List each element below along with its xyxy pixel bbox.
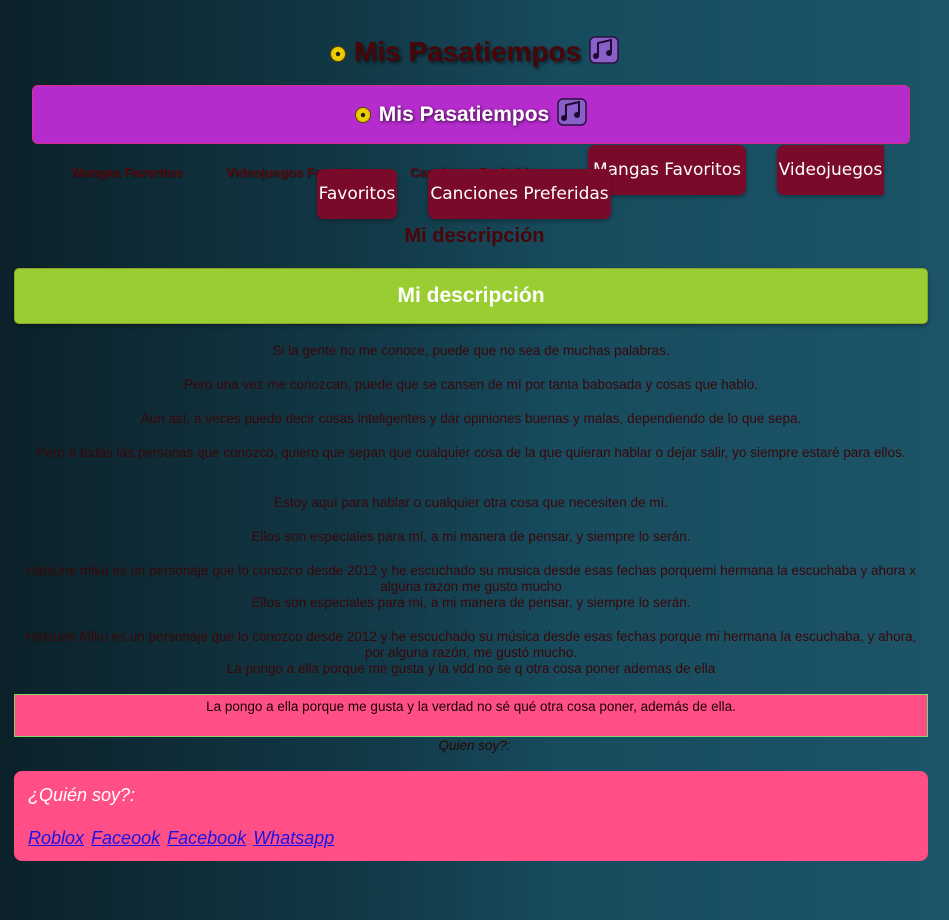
description-paragraph: Aun así, a veces puedo decir cosas intel… [140,411,802,426]
description-paragraph: Pero una vez me conozcan, puede que se c… [183,377,759,392]
link-whatsapp[interactable]: Whatsapp [253,828,334,848]
description-paragraph: Hatsune miku es un personaje que lo cono… [25,563,917,594]
page-title: Mis Pasatiempos [0,36,949,71]
description-paragraph: Si la gente no me conoce, puede que no s… [272,343,670,358]
description-paragraph: Hatsune Miku es un personaje que lo cono… [25,629,917,660]
description-paragraph: Ellos son especiales para mí, a mi maner… [251,595,691,610]
link-facebook[interactable]: Facebook [167,828,246,848]
music-notes-icon [557,97,587,132]
disc-icon [329,45,346,62]
nav-button-videojuegos[interactable]: Videojuegos [777,145,884,195]
disc-icon [354,106,371,123]
description-banner: Mi descripción [14,268,928,324]
social-links: Roblox Faceook Facebook Whatsapp [28,828,914,849]
header-banner: Mis Pasatiempos [32,85,910,144]
quien-soy-label: Quien soy?: [438,738,511,753]
nav-button-mangas[interactable]: Mangas Favoritos [588,145,746,195]
description-paragraph: Estoy aquí para hablar o cualquier otra … [274,495,668,510]
nav-button-favoritos[interactable]: Favoritos [317,169,397,219]
link-faceook[interactable]: Faceook [91,828,160,848]
description-paragraph: Ellos son especiales para mí, a mi maner… [251,529,691,544]
quien-soy-card: ¿Quién soy?: Roblox Faceook Facebook Wha… [14,771,928,861]
nav-link-mangas[interactable]: Mangas Favoritos [72,165,183,180]
description-paragraph: Pero a todas las personas que conozco, q… [36,445,906,460]
quien-soy-title: ¿Quién soy?: [28,785,136,805]
highlight-bar: La pongo a ella porque me gusta y la ver… [14,694,928,737]
nav-button-canciones[interactable]: Canciones Preferidas [428,169,611,219]
description-heading: Mi descripción [404,225,545,247]
music-notes-icon [589,36,619,71]
link-roblox[interactable]: Roblox [28,828,84,848]
description-paragraph: La pongo a ella porque me gusta y la vdd… [226,661,716,676]
